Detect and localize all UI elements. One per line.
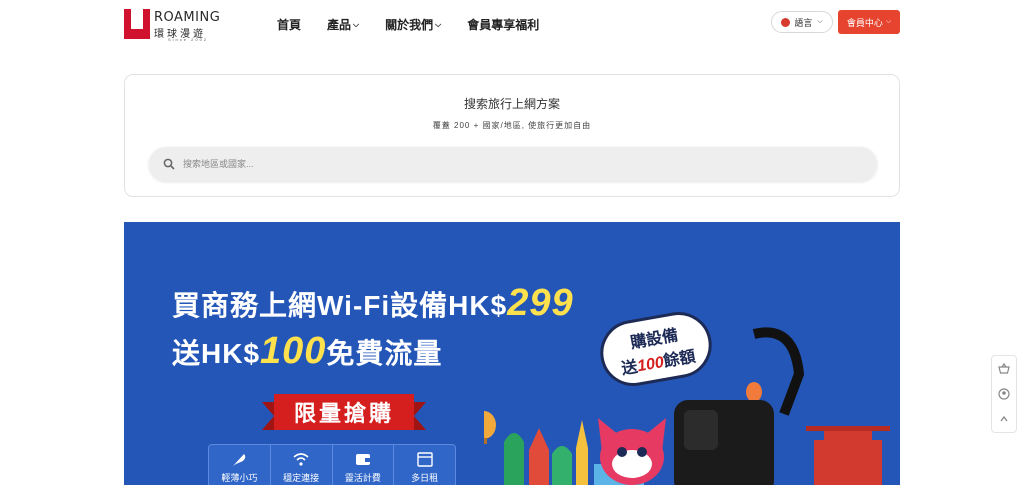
badge-amount: 100 bbox=[636, 353, 666, 376]
nav-item-about[interactable]: 關於我們 ⌵ bbox=[385, 16, 441, 33]
chevron-up-icon[interactable] bbox=[997, 412, 1011, 426]
mascot-illustration bbox=[598, 418, 666, 485]
feather-icon bbox=[233, 454, 246, 466]
promo-banner[interactable]: 買商務上網Wi-Fi設備HK$299 送HK$100免費流量 限量搶購 購設備 … bbox=[124, 222, 900, 485]
nav-item-products[interactable]: 產品 ⌵ bbox=[327, 16, 359, 33]
feature-item: 輕薄小巧 bbox=[209, 445, 271, 485]
main-nav: 首頁 產品 ⌵ 關於我們 ⌵ 會員專享福利 bbox=[277, 16, 565, 33]
feature-panel: 輕薄小巧 穩定連接 靈活計費 多日租 bbox=[208, 444, 456, 485]
feature-label: 穩定連接 bbox=[283, 473, 320, 483]
banner-price: 299 bbox=[507, 282, 574, 324]
feature-item: 多日租 bbox=[394, 445, 455, 485]
search-card: 搜索旅行上網方案 覆蓋 200 + 國家/地區, 使旅行更加自由 bbox=[124, 74, 900, 197]
ribbon-tail-left bbox=[262, 402, 274, 430]
nav-item-member-benefits[interactable]: 會員專享福利 bbox=[467, 16, 539, 33]
wifi-icon bbox=[293, 453, 309, 466]
ribbon-tail-right bbox=[414, 402, 426, 430]
search-title: 搜索旅行上網方案 bbox=[463, 97, 560, 111]
banner-headline-2-suffix: 免費流量 bbox=[326, 338, 443, 369]
banner-headline-1-text: 買商務上網Wi-Fi設備HK$ bbox=[172, 290, 508, 321]
language-button[interactable]: 語言 ⌵ bbox=[771, 11, 833, 33]
logo-since: Since 2002 bbox=[168, 37, 209, 42]
chevron-down-icon: ⌵ bbox=[353, 19, 360, 29]
banner-credit-amount: 100 bbox=[260, 330, 327, 372]
member-center-button[interactable]: 會員中心 ⌵ bbox=[838, 10, 900, 34]
banner-headline-2: 送HK$100免費流量 bbox=[172, 330, 442, 373]
language-label: 語言 bbox=[794, 17, 813, 28]
feature-item: 穩定連接 bbox=[271, 445, 333, 485]
chevron-down-icon: ⌵ bbox=[435, 19, 442, 29]
nav-item-label: 會員專享福利 bbox=[467, 18, 540, 32]
calendar-icon bbox=[416, 452, 433, 467]
limited-offer-ribbon: 限量搶購 bbox=[274, 394, 414, 430]
floating-toolbar bbox=[991, 355, 1017, 433]
logo-brand-text: ROAMING bbox=[154, 10, 221, 25]
basket-icon[interactable] bbox=[997, 362, 1011, 376]
search-icon bbox=[163, 158, 175, 170]
chevron-down-icon: ⌵ bbox=[885, 18, 892, 25]
user-icon[interactable] bbox=[997, 387, 1011, 401]
banner-headline-1: 買商務上網Wi-Fi設備HK$299 bbox=[172, 282, 574, 325]
site-logo[interactable]: ROAMING 環球漫遊 Since 2002 bbox=[124, 9, 221, 42]
wallet-icon bbox=[355, 454, 370, 465]
nav-item-label: 產品 bbox=[327, 18, 352, 32]
feature-label: 靈活計費 bbox=[344, 473, 381, 483]
badge-line-2-suffix: 餘額 bbox=[662, 348, 697, 371]
site-header: ROAMING 環球漫遊 Since 2002 首頁 產品 ⌵ 關於我們 ⌵ 會… bbox=[0, 0, 1024, 50]
feature-label: 輕薄小巧 bbox=[221, 473, 258, 483]
search-box[interactable] bbox=[149, 147, 877, 181]
member-center-label: 會員中心 bbox=[846, 17, 883, 28]
feature-item: 靈活計費 bbox=[333, 445, 395, 485]
nav-item-label: 首頁 bbox=[277, 18, 302, 32]
chevron-down-icon: ⌵ bbox=[817, 18, 823, 25]
nav-item-home[interactable]: 首頁 bbox=[277, 16, 301, 33]
search-subtitle: 覆蓋 200 + 國家/地區, 使旅行更加自由 bbox=[432, 121, 592, 130]
nav-item-label: 關於我們 bbox=[385, 18, 434, 32]
feature-label: 多日租 bbox=[411, 473, 439, 483]
logo-u-icon bbox=[124, 9, 150, 39]
search-input[interactable] bbox=[183, 159, 783, 169]
globe-icon bbox=[781, 17, 791, 27]
banner-headline-2-prefix: 送HK$ bbox=[172, 338, 261, 369]
